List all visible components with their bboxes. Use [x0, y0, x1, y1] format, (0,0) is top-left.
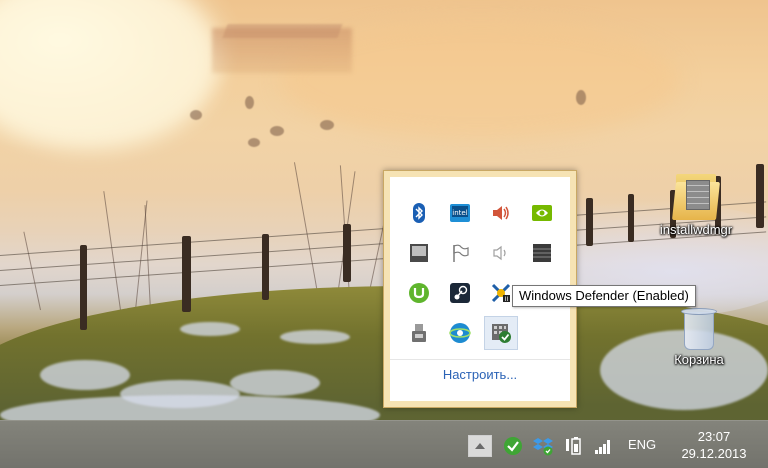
tray-item-monitor[interactable]: [398, 233, 439, 273]
windows-defender-icon: [491, 324, 511, 343]
signal-bars-icon: [595, 440, 610, 454]
green-check-app-icon: [504, 437, 522, 455]
show-hidden-icons-button[interactable]: [468, 435, 492, 457]
recycle-bin-icon: [681, 306, 717, 350]
clock-time: 23:07: [697, 429, 731, 444]
network-app-icon: II: [491, 283, 510, 303]
tray-item-green-check[interactable]: [502, 435, 524, 457]
overflow-icon-grid: intel II: [398, 193, 562, 353]
tray-item-usb[interactable]: [398, 313, 439, 353]
monitor-icon: [409, 244, 428, 262]
speaker-icon: [492, 206, 509, 220]
tray-item-action-center[interactable]: [439, 233, 480, 273]
usb-safely-remove-icon: [411, 324, 426, 342]
jdownloader-icon: [448, 323, 471, 343]
taskbar: ENG 23:07 29.12.2013: [0, 420, 768, 468]
desktop-icon-recycle-bin[interactable]: Корзина: [654, 306, 744, 367]
tray-item-nvidia[interactable]: [521, 193, 562, 233]
taskbar-clock[interactable]: 23:07 29.12.2013: [672, 428, 756, 462]
intel-graphics-icon: intel: [449, 204, 470, 222]
svg-text:intel: intel: [452, 209, 467, 217]
tray-item-network[interactable]: [592, 435, 614, 457]
tray-item-utorrent[interactable]: [398, 273, 439, 313]
up-chevron-icon: [475, 443, 485, 449]
desktop-icon-installwdmgr[interactable]: installwdmgr: [651, 170, 741, 237]
battery-icon: [566, 437, 581, 455]
desktop-icon-label: Корзина: [674, 352, 724, 367]
tray-item-bluetooth[interactable]: [398, 193, 439, 233]
clock-date: 29.12.2013: [681, 446, 747, 461]
svg-text:II: II: [504, 296, 508, 303]
nvidia-icon: [531, 205, 552, 221]
action-center-flag-icon: [452, 244, 469, 262]
steam-icon: [449, 283, 470, 303]
customize-link[interactable]: Настроить...: [390, 367, 570, 382]
utorrent-icon: [408, 283, 429, 303]
speaker-muted-icon: [492, 245, 506, 261]
tray-item-battery[interactable]: [563, 435, 585, 457]
dropbox-icon: [533, 438, 553, 456]
tray-item-speaker-muted[interactable]: [480, 233, 521, 273]
grid-app-icon: [532, 244, 551, 262]
bluetooth-icon: [412, 203, 425, 223]
desktop-icon-label: installwdmgr: [659, 222, 733, 237]
folder-firewall-icon: [672, 170, 720, 220]
tooltip: Windows Defender (Enabled): [512, 285, 696, 307]
tray-item-intel-graphics[interactable]: intel: [439, 193, 480, 233]
popup-divider: [390, 359, 570, 360]
tray-item-grid-app[interactable]: [521, 233, 562, 273]
tray-item-steam[interactable]: [439, 273, 480, 313]
tray-item-jdownloader[interactable]: [439, 313, 480, 353]
tray-item-windows-defender[interactable]: [480, 313, 521, 353]
tray-item-speaker[interactable]: [480, 193, 521, 233]
input-language-indicator[interactable]: ENG: [628, 437, 656, 452]
tray-item-dropbox[interactable]: [532, 435, 554, 457]
